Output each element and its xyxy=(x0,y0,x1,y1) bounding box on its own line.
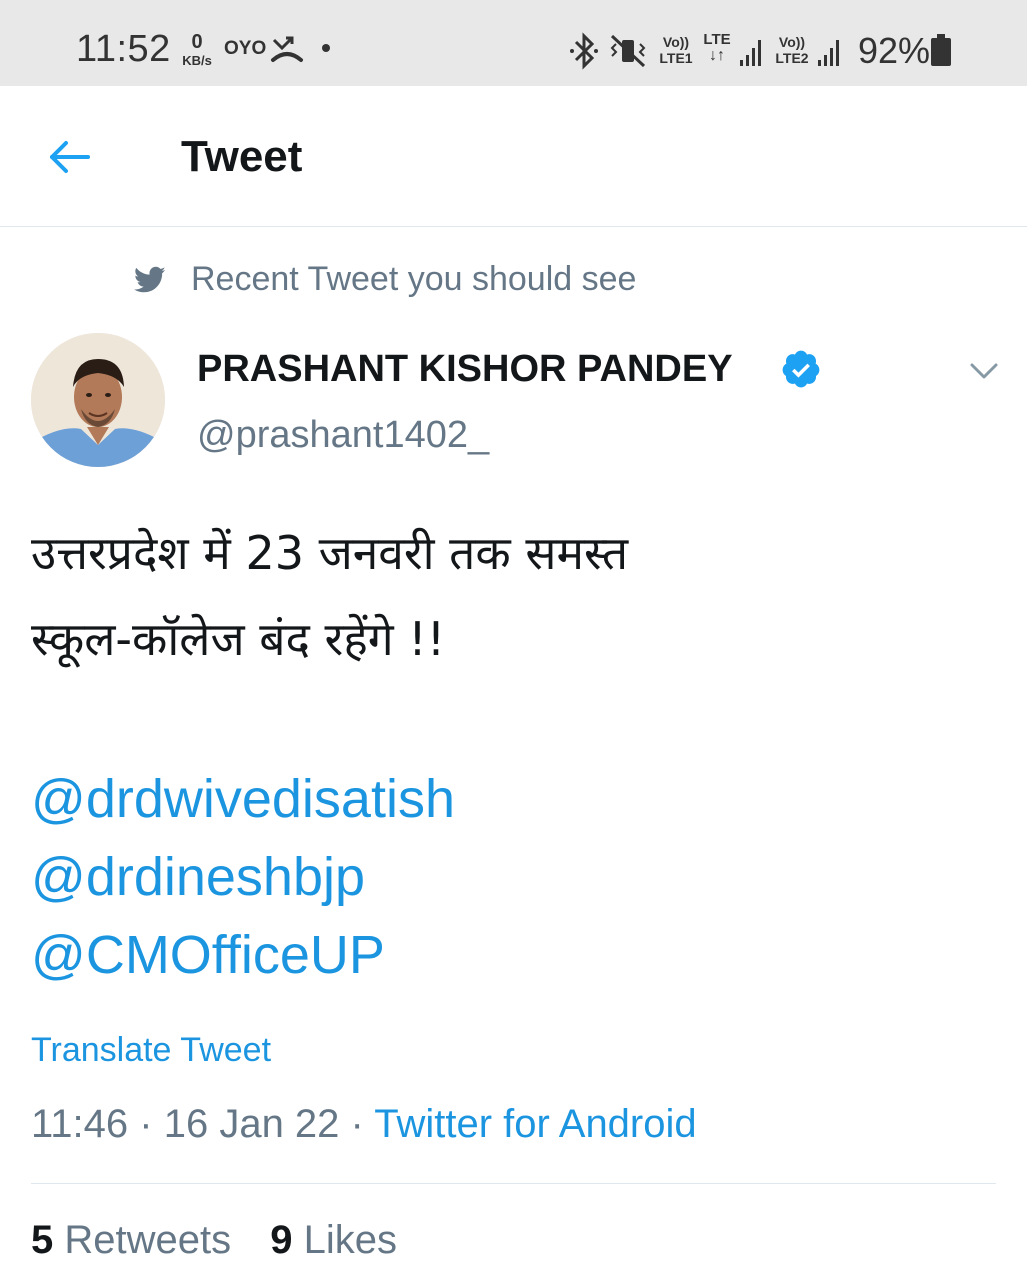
tweet-source-link[interactable]: Twitter for Android xyxy=(374,1102,696,1146)
vibrate-mute-icon xyxy=(610,34,646,68)
retweets-count: 5 xyxy=(31,1218,54,1262)
network-speed-value: 0 xyxy=(191,31,203,53)
likes-label: Likes xyxy=(303,1218,398,1262)
divider xyxy=(31,1183,996,1184)
tweet-mentions: @drdwivedisatish @drdineshbjp @CMOfficeU… xyxy=(31,760,455,994)
battery-percent: 92% xyxy=(858,30,931,71)
likes-count: 9 xyxy=(270,1218,293,1262)
network-speed: 0 KB/s xyxy=(178,32,216,67)
sim2-lte-label: LTE2 xyxy=(775,50,809,66)
signal-icon xyxy=(818,40,839,66)
missed-call-icon xyxy=(270,34,304,69)
mention-link[interactable]: @CMOfficeUP xyxy=(31,916,455,994)
avatar[interactable] xyxy=(31,333,165,467)
status-bar: 11:52 0 KB/s OYO Vo)) LTE1 LTE ↓↑ Vo)) L… xyxy=(0,0,1027,86)
tweet-text-line: स्कूल-कॉलेज बंद रहेंगे !! xyxy=(31,612,446,666)
verified-badge-icon xyxy=(780,348,822,390)
author-handle[interactable]: @prashant1402_ xyxy=(197,414,489,457)
tweet-text: उत्तरप्रदेश में 23 जनवरी तक समस्त स्कूल-… xyxy=(31,510,991,682)
twitter-bird-icon xyxy=(134,266,166,293)
oyo-notification-icon: OYO xyxy=(224,38,267,59)
tweet-metadata: 11:46 · 16 Jan 22 · Twitter for Android xyxy=(31,1102,697,1147)
sim1-volte: Vo)) xyxy=(662,34,690,50)
mention-link[interactable]: @drdineshbjp xyxy=(31,838,455,916)
tweet-text-line: उत्तरप्रदेश में 23 जनवरी तक समस्त xyxy=(31,526,629,580)
chevron-down-icon xyxy=(970,363,998,379)
sim1-label: Vo)) LTE1 xyxy=(656,34,696,66)
tweet-stats: 5 Retweets 9 Likes xyxy=(31,1218,425,1263)
likes-stat[interactable]: 9 Likes xyxy=(270,1218,397,1263)
translate-tweet-link[interactable]: Translate Tweet xyxy=(31,1031,271,1070)
mention-link[interactable]: @drdwivedisatish xyxy=(31,760,455,838)
status-time: 11:52 xyxy=(76,28,171,70)
network-speed-unit: KB/s xyxy=(182,53,212,68)
tweet-date: 16 Jan 22 xyxy=(163,1102,340,1146)
tweet-options-button[interactable] xyxy=(964,356,1004,386)
bluetooth-icon xyxy=(570,32,598,70)
notification-dot xyxy=(322,44,330,52)
retweets-label: Retweets xyxy=(64,1218,232,1262)
context-label: Recent Tweet you should see xyxy=(191,260,637,298)
meta-separator: · xyxy=(139,1102,153,1146)
sim1-data: LTE ↓↑ xyxy=(700,32,734,64)
sim1-lte: LTE xyxy=(703,31,731,48)
retweets-stat[interactable]: 5 Retweets xyxy=(31,1218,231,1263)
profile-photo-image xyxy=(31,333,165,467)
arrow-left-icon xyxy=(50,141,90,173)
signal-icon xyxy=(740,40,761,66)
author-name[interactable]: PRASHANT KISHOR PANDEY xyxy=(197,348,733,391)
meta-separator: · xyxy=(350,1102,364,1146)
back-button[interactable] xyxy=(40,132,100,182)
data-arrows-icon: ↓↑ xyxy=(709,47,725,64)
battery-icon xyxy=(931,34,951,66)
page-title: Tweet xyxy=(181,132,303,181)
sim2-label: Vo)) LTE2 xyxy=(772,34,812,66)
sim1-lte-label: LTE1 xyxy=(659,50,693,66)
tweet-time: 11:46 xyxy=(31,1102,129,1146)
sim2-volte: Vo)) xyxy=(778,34,806,50)
app-header: Tweet xyxy=(0,86,1027,227)
